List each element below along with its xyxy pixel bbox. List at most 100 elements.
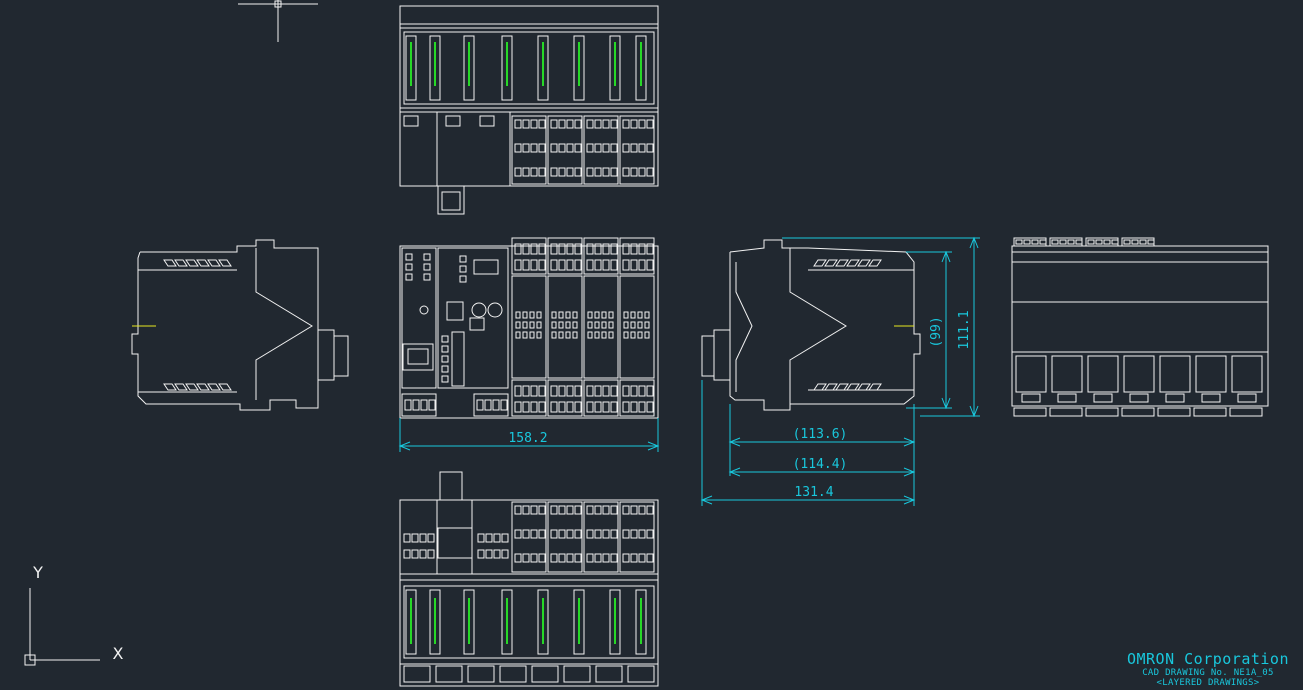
- terminal-screw: [602, 167, 610, 177]
- terminal-screw: [594, 553, 602, 563]
- status-led: [623, 321, 629, 329]
- terminal-screw: [610, 385, 618, 397]
- vent-slot: [868, 259, 882, 267]
- terminal-screw: [622, 119, 630, 129]
- terminal-screw: [558, 167, 566, 177]
- status-led: [459, 265, 467, 273]
- terminal-screw: [602, 401, 610, 413]
- terminal-screw: [1095, 239, 1103, 245]
- terminal-screw: [574, 505, 582, 515]
- status-led: [644, 311, 650, 319]
- terminal-screw: [630, 167, 638, 177]
- rear-cell: [1087, 355, 1119, 393]
- terminal-screw: [594, 167, 602, 177]
- status-led: [529, 331, 535, 339]
- terminal-screw: [558, 259, 566, 271]
- status-led: [441, 365, 449, 373]
- terminal-screw: [610, 553, 618, 563]
- terminal-screw: [538, 553, 546, 563]
- vent-slot: [207, 383, 221, 391]
- vent-slot: [813, 259, 827, 267]
- terminal-screw: [574, 385, 582, 397]
- vent-slot: [813, 383, 827, 391]
- terminal-screw: [514, 259, 522, 271]
- terminal-screw: [602, 119, 610, 129]
- terminal-screw: [566, 143, 574, 153]
- terminal-screw: [594, 505, 602, 515]
- status-led: [551, 331, 557, 339]
- status-led: [558, 331, 564, 339]
- terminal-screw: [411, 549, 419, 559]
- terminal-screw: [522, 143, 530, 153]
- status-led: [565, 321, 571, 329]
- terminal-screw: [514, 167, 522, 177]
- status-led: [441, 335, 449, 343]
- terminal-screw: [594, 529, 602, 539]
- status-led: [623, 331, 629, 339]
- status-led: [515, 321, 521, 329]
- status-led: [551, 321, 557, 329]
- terminal-screw: [493, 533, 501, 543]
- y-axis-label: Y: [32, 563, 43, 582]
- terminal-screw: [594, 143, 602, 153]
- rear-tab: [1129, 393, 1149, 403]
- terminal-screw: [630, 529, 638, 539]
- vent-slot: [824, 259, 838, 267]
- vent-slot: [857, 259, 871, 267]
- terminal-screw: [522, 529, 530, 539]
- terminal-screw: [1075, 239, 1083, 245]
- terminal-screw: [638, 401, 646, 413]
- terminal-screw: [514, 119, 522, 129]
- terminal-screw: [514, 529, 522, 539]
- terminal-screw: [530, 529, 538, 539]
- terminal-screw: [630, 259, 638, 271]
- status-led: [637, 311, 643, 319]
- status-led: [558, 321, 564, 329]
- status-led: [522, 321, 528, 329]
- terminal-screw: [638, 259, 646, 271]
- vent-slot: [174, 383, 188, 391]
- vent-slot: [163, 383, 177, 391]
- cad-drawing-canvas[interactable]: 158.2 (113.6) (114.4) 131.4 (99) 111.1 Y…: [0, 0, 1303, 690]
- terminal-screw: [514, 505, 522, 515]
- status-led: [522, 311, 528, 319]
- terminal-screw: [638, 385, 646, 397]
- terminal-screw: [538, 119, 546, 129]
- terminal-screw: [522, 167, 530, 177]
- terminal-bottom: [1157, 407, 1191, 417]
- terminal-screw: [586, 505, 594, 515]
- status-led: [423, 273, 431, 281]
- terminal-screw: [538, 529, 546, 539]
- terminal-screw: [514, 143, 522, 153]
- vent-slot: [196, 383, 210, 391]
- terminal-screw: [530, 119, 538, 129]
- terminal-screw: [622, 553, 630, 563]
- terminal-screw: [574, 119, 582, 129]
- terminal-screw: [638, 143, 646, 153]
- status-led: [515, 311, 521, 319]
- terminal-screw: [493, 549, 501, 559]
- status-led: [558, 311, 564, 319]
- terminal-screw: [574, 167, 582, 177]
- vent-slot: [174, 259, 188, 267]
- title-block: OMRON Corporation CAD DRAWING No. NE1A_0…: [1127, 650, 1289, 688]
- terminal-screw: [522, 505, 530, 515]
- terminal-screw: [646, 385, 654, 397]
- terminal-screw: [476, 399, 484, 411]
- terminal-screw: [485, 533, 493, 543]
- vent-slot: [185, 259, 199, 267]
- dimension-depth-3-label: 131.4: [794, 485, 833, 500]
- status-led: [630, 321, 636, 329]
- terminal-screw: [485, 549, 493, 559]
- terminal-screw: [646, 143, 654, 153]
- status-led: [565, 331, 571, 339]
- terminal-screw: [484, 399, 492, 411]
- terminal-screw: [586, 167, 594, 177]
- terminal-screw: [1051, 239, 1059, 245]
- status-led: [637, 321, 643, 329]
- terminal-screw: [558, 529, 566, 539]
- terminal-screw: [602, 143, 610, 153]
- status-led: [630, 311, 636, 319]
- terminal-screw: [646, 553, 654, 563]
- terminal-screw: [550, 401, 558, 413]
